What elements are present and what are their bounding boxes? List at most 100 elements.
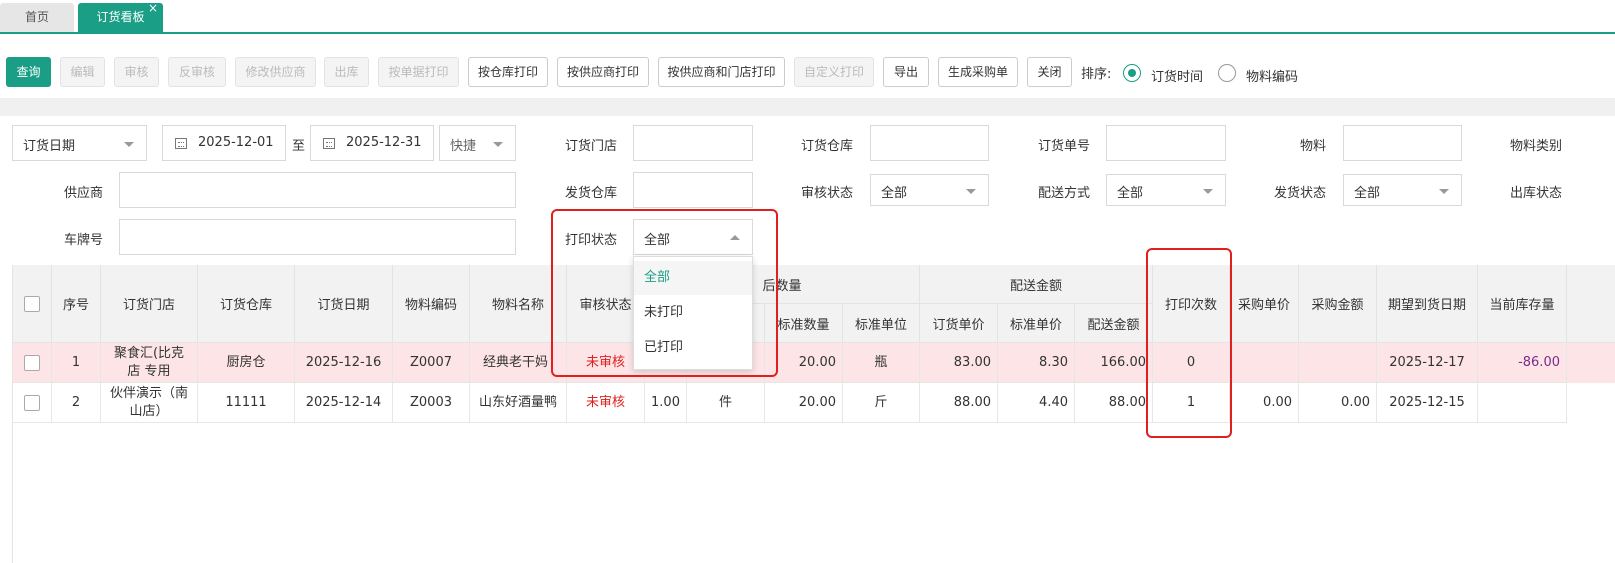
sort-radio-material-code[interactable] bbox=[1218, 64, 1236, 82]
tab-home[interactable]: 首页 bbox=[0, 3, 74, 32]
sort-label: 排序: bbox=[1081, 67, 1112, 82]
tab-bar: 首页 订货看板 × bbox=[0, 0, 1615, 34]
cell-purchase-price bbox=[1230, 343, 1299, 383]
store-input[interactable] bbox=[633, 125, 753, 161]
highlight-print-status bbox=[551, 209, 778, 377]
header-std-price: 标准单价 bbox=[998, 304, 1075, 343]
header-warehouse: 订货仓库 bbox=[198, 265, 295, 343]
row-checkbox[interactable] bbox=[24, 354, 40, 371]
order-table: 序号 订货门店 订货仓库 订货日期 物料编码 物料名称 审核状态 后数量 标准数… bbox=[12, 265, 1615, 563]
header-store: 订货门店 bbox=[101, 265, 198, 343]
header-date: 订货日期 bbox=[295, 265, 393, 343]
print-by-warehouse-button[interactable]: 按仓库打印 bbox=[468, 57, 548, 87]
divider bbox=[0, 98, 1615, 116]
cell-qty: 1.00 bbox=[645, 383, 687, 423]
generate-purchase-button[interactable]: 生成采购单 bbox=[938, 57, 1018, 87]
chevron-down-icon bbox=[1439, 189, 1449, 194]
sort-option-label: 物料编码 bbox=[1246, 70, 1299, 85]
store-label: 订货门店 bbox=[565, 139, 618, 154]
print-by-supplier-store-button[interactable]: 按供应商和门店打印 bbox=[658, 57, 785, 87]
chevron-down-icon bbox=[493, 142, 503, 147]
chevron-down-icon bbox=[966, 189, 976, 194]
ship-warehouse-input[interactable] bbox=[633, 172, 753, 208]
cell-code: Z0007 bbox=[393, 343, 470, 383]
highlight-print-count bbox=[1146, 248, 1232, 438]
cell-expected-date: 2025-12-15 bbox=[1377, 383, 1478, 423]
export-button[interactable]: 导出 bbox=[883, 57, 929, 87]
header-stock: 当前库存量 bbox=[1478, 265, 1567, 343]
cell-std-price: 8.30 bbox=[998, 343, 1075, 383]
date-from-input[interactable]: 2025-12-01 bbox=[162, 125, 286, 161]
order-no-input[interactable] bbox=[1106, 125, 1226, 161]
supplier-input[interactable] bbox=[119, 172, 516, 208]
calendar-icon bbox=[175, 138, 187, 149]
cell-std-qty: 20.00 bbox=[765, 383, 843, 423]
header-select-all bbox=[13, 265, 52, 343]
outbound-button[interactable]: 出库 bbox=[324, 57, 369, 87]
close-icon[interactable]: × bbox=[148, 0, 158, 23]
material-category-label: 物料类别 bbox=[1510, 139, 1563, 154]
tab-label: 订货看板 bbox=[96, 10, 145, 24]
chevron-down-icon bbox=[124, 142, 134, 147]
header-amount-group: 配送金额 bbox=[920, 265, 1153, 304]
cell-stock bbox=[1478, 383, 1567, 423]
header-extra bbox=[1567, 265, 1615, 343]
edit-button[interactable]: 编辑 bbox=[60, 57, 105, 87]
cell-warehouse: 厨房仓 bbox=[198, 343, 295, 383]
sort-option-label: 订货时间 bbox=[1151, 70, 1204, 85]
ship-status-label: 发货状态 bbox=[1274, 186, 1327, 201]
material-label: 物料 bbox=[1300, 139, 1327, 154]
date-to-input[interactable]: 2025-12-31 bbox=[310, 125, 434, 161]
material-input[interactable] bbox=[1343, 125, 1462, 161]
audit-status-select[interactable]: 全部 bbox=[870, 174, 989, 206]
query-button[interactable]: 查询 bbox=[6, 57, 51, 87]
delivery-method-select[interactable]: 全部 bbox=[1106, 174, 1226, 206]
supplier-label: 供应商 bbox=[64, 186, 104, 201]
cell-audit: 未审核 bbox=[567, 383, 645, 423]
order-no-label: 订货单号 bbox=[1038, 139, 1091, 154]
plate-input[interactable] bbox=[119, 219, 516, 255]
delivery-method-label: 配送方式 bbox=[1038, 186, 1091, 201]
cell-std-unit: 瓶 bbox=[843, 343, 920, 383]
cell-code: Z0003 bbox=[393, 383, 470, 423]
audit-button[interactable]: 审核 bbox=[114, 57, 159, 87]
date-type-select[interactable]: 订货日期 bbox=[12, 125, 147, 161]
row-select bbox=[13, 343, 52, 383]
cell-purchase-amount bbox=[1299, 343, 1377, 383]
warehouse-input[interactable] bbox=[870, 125, 989, 161]
ship-status-select[interactable]: 全部 bbox=[1343, 174, 1462, 206]
custom-print-button[interactable]: 自定义打印 bbox=[794, 57, 874, 87]
cell-purchase-amount: 0.00 bbox=[1299, 383, 1377, 423]
tab-order-board[interactable]: 订货看板 × bbox=[78, 0, 163, 32]
quick-select[interactable]: 快捷 bbox=[439, 125, 516, 161]
warehouse-label: 订货仓库 bbox=[801, 139, 854, 154]
audit-status-label: 审核状态 bbox=[801, 186, 854, 201]
cell-date: 2025-12-14 bbox=[295, 383, 393, 423]
cell-purchase-price: 0.00 bbox=[1230, 383, 1299, 423]
change-supplier-button[interactable]: 修改供应商 bbox=[235, 57, 316, 87]
header-order-price: 订货单价 bbox=[920, 304, 998, 343]
cell-order-price: 88.00 bbox=[920, 383, 998, 423]
plate-label: 车牌号 bbox=[64, 233, 104, 248]
header-seq: 序号 bbox=[52, 265, 101, 343]
close-button[interactable]: 关闭 bbox=[1027, 57, 1072, 87]
header-purchase-price: 采购单价 bbox=[1230, 265, 1299, 343]
date-range-to-label: 至 bbox=[292, 139, 306, 154]
select-all-checkbox[interactable] bbox=[24, 295, 40, 312]
cell-store: 聚食汇(比克店 专用 bbox=[101, 343, 198, 383]
cell-unit: 件 bbox=[687, 383, 765, 423]
unaudit-button[interactable]: 反审核 bbox=[168, 57, 226, 87]
cell-std-unit: 斤 bbox=[843, 383, 920, 423]
print-by-doc-button[interactable]: 按单据打印 bbox=[378, 57, 459, 87]
toolbar: 查询 编辑 审核 反审核 修改供应商 出库 按单据打印 按仓库打印 按供应商打印… bbox=[0, 34, 1615, 98]
row-checkbox[interactable] bbox=[24, 394, 40, 411]
calendar-icon bbox=[323, 138, 335, 149]
cell-store: 伙伴演示（南山店） bbox=[101, 383, 198, 423]
cell-date: 2025-12-16 bbox=[295, 343, 393, 383]
print-by-supplier-button[interactable]: 按供应商打印 bbox=[557, 57, 649, 87]
cell-amount: 166.00 bbox=[1075, 343, 1153, 383]
cell-seq: 2 bbox=[52, 383, 101, 423]
cell-std-price: 4.40 bbox=[998, 383, 1075, 423]
sort-radio-order-time[interactable] bbox=[1123, 64, 1141, 82]
cell-seq: 1 bbox=[52, 343, 101, 383]
